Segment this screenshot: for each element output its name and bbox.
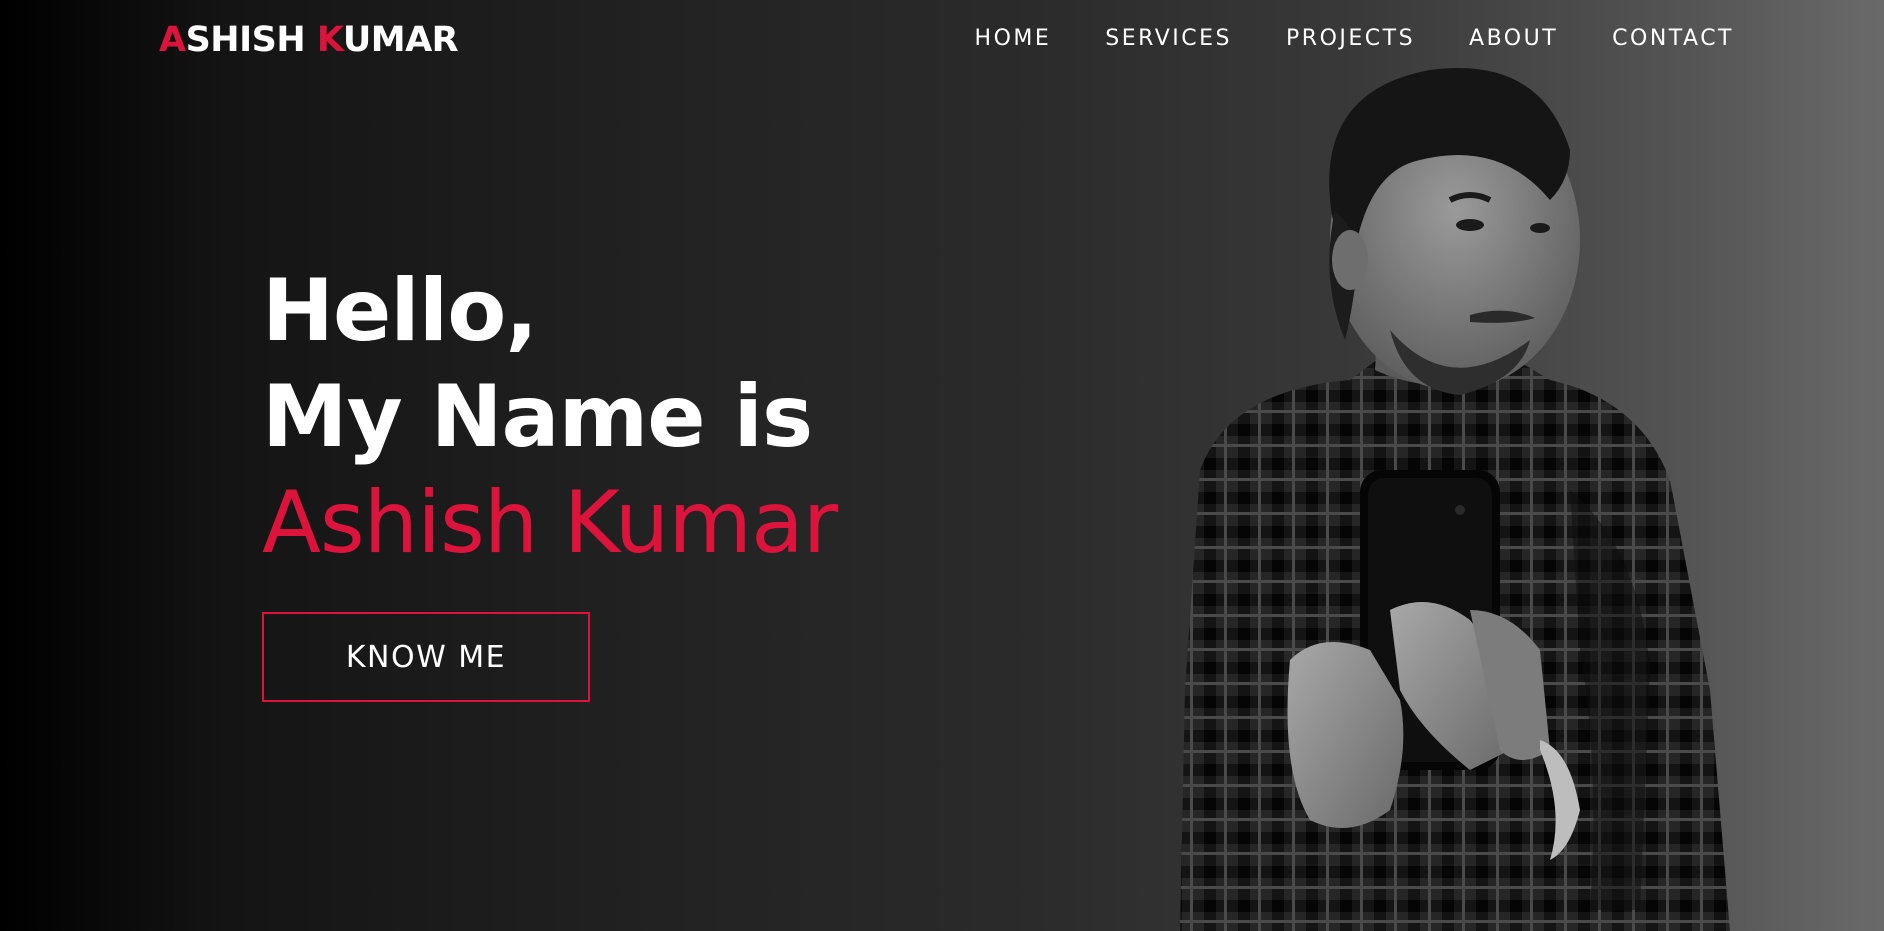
logo-initial-last: K (316, 20, 344, 60)
hero-intro: My Name is (262, 367, 813, 467)
hero-greeting: Hello, (262, 261, 538, 361)
hero-heading: Hello, My Name is Ashish Kumar (262, 258, 838, 576)
know-me-button[interactable]: KNOW ME (262, 612, 590, 702)
logo-first-rest: SHISH (185, 20, 317, 60)
hero-name: Ashish Kumar (262, 473, 838, 573)
site-logo[interactable]: ASHISH KUMAR (159, 20, 459, 60)
logo-last-rest: UMAR (342, 20, 459, 60)
portrait-photo (1180, 67, 1730, 931)
logo-initial-first: A (159, 20, 186, 60)
nav-home[interactable]: HOME (975, 24, 1052, 54)
